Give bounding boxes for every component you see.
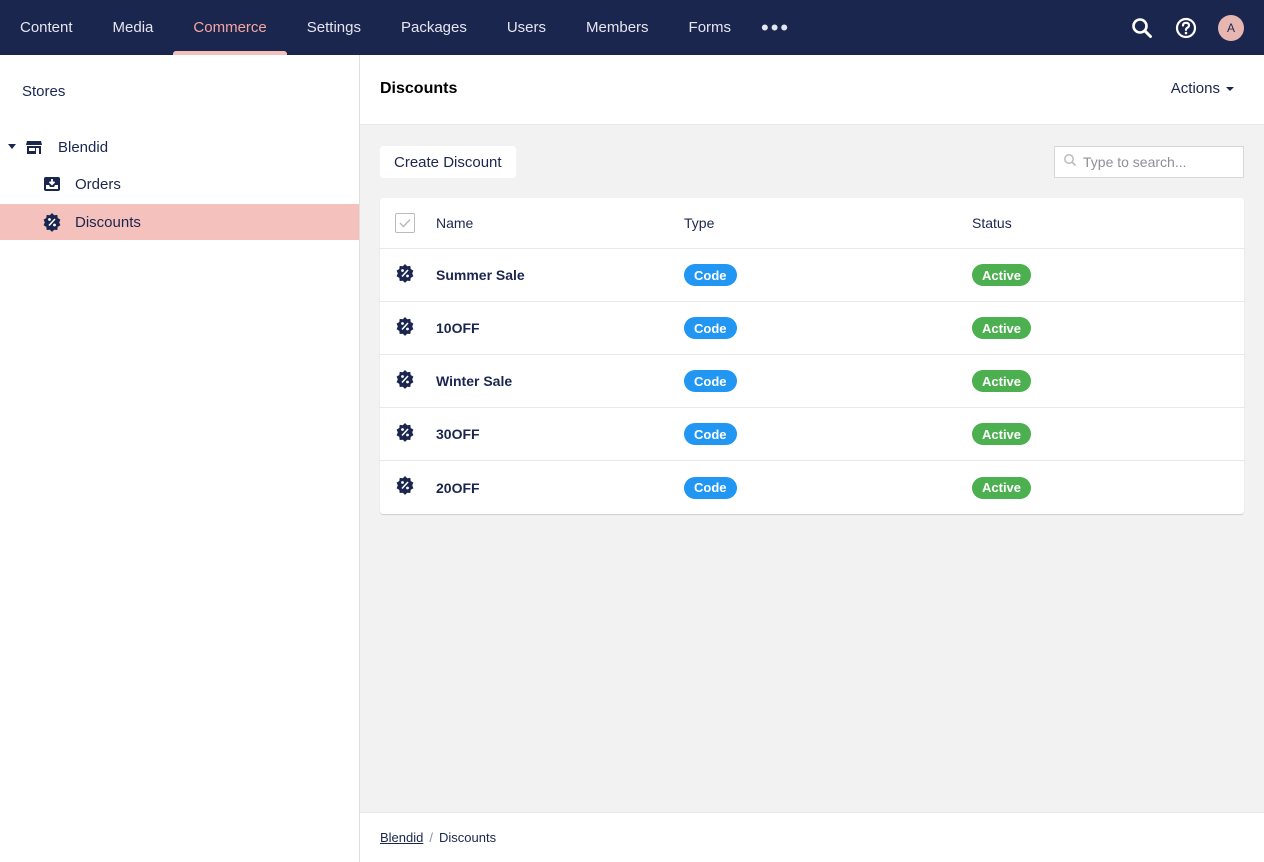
breadcrumb-item-store[interactable]: Blendid: [380, 830, 423, 845]
status-badge: Active: [972, 370, 1032, 392]
nav-item-settings[interactable]: Settings: [287, 0, 381, 55]
discount-name[interactable]: Winter Sale: [436, 373, 512, 389]
actions-button[interactable]: Actions: [1171, 80, 1234, 97]
type-badge: Code: [684, 423, 737, 445]
search-icon: [1063, 153, 1077, 172]
discount-badge-icon[interactable]: [395, 263, 415, 288]
nav-item-users[interactable]: Users: [487, 0, 566, 55]
page-title: Discounts: [380, 80, 458, 97]
table-header: Name Type Status: [380, 198, 1244, 249]
sidebar-item-orders[interactable]: Orders: [0, 166, 359, 202]
discount-name[interactable]: 20OFF: [436, 480, 480, 496]
breadcrumb-item-current: Discounts: [439, 830, 497, 845]
column-header-type[interactable]: Type: [684, 198, 714, 248]
table-row[interactable]: Summer Sale Code Active: [380, 249, 1244, 302]
main-panel: Discounts Actions Create Discount Name T…: [360, 55, 1264, 862]
sidebar-title: Stores: [22, 83, 66, 100]
status-badge: Active: [972, 317, 1032, 339]
status-badge: Active: [972, 264, 1032, 286]
nav-item-content[interactable]: Content: [0, 0, 93, 55]
discount-badge-icon: [42, 212, 62, 232]
discounts-table: Name Type Status Summer Sale Code Active…: [380, 198, 1244, 514]
user-avatar[interactable]: A: [1218, 14, 1244, 41]
select-all-checkbox[interactable]: [395, 213, 415, 233]
nav-item-commerce[interactable]: Commerce: [173, 0, 288, 55]
nav-item-forms[interactable]: Forms: [669, 0, 752, 55]
breadcrumb-separator: /: [429, 830, 433, 845]
search-box: [1054, 146, 1244, 178]
help-icon[interactable]: [1174, 16, 1198, 40]
top-navigation: Content Media Commerce Settings Packages…: [0, 0, 1264, 55]
sidebar-item-discounts[interactable]: Discounts: [0, 204, 359, 240]
main-header: Discounts Actions: [360, 55, 1264, 125]
search-input[interactable]: [1083, 154, 1233, 170]
type-badge: Code: [684, 317, 737, 339]
discount-name[interactable]: 30OFF: [436, 426, 480, 442]
store-icon: [24, 137, 44, 157]
tree-item-store-label: Blendid: [58, 138, 109, 156]
nav-item-packages[interactable]: Packages: [381, 0, 487, 55]
create-discount-button[interactable]: Create Discount: [380, 146, 516, 178]
type-badge: Code: [684, 264, 737, 286]
tree-item-store[interactable]: Blendid: [0, 129, 359, 165]
inbox-icon: [42, 174, 62, 194]
sidebar-item-label: Orders: [75, 175, 121, 193]
table-body: Summer Sale Code Active 10OFF Code Activ…: [380, 249, 1244, 514]
more-sections-button[interactable]: •••: [751, 0, 800, 55]
nav-item-media[interactable]: Media: [93, 0, 174, 55]
discount-name[interactable]: 10OFF: [436, 320, 480, 336]
column-header-status[interactable]: Status: [972, 198, 1012, 248]
type-badge: Code: [684, 370, 737, 392]
table-row[interactable]: 30OFF Code Active: [380, 408, 1244, 461]
actions-button-label: Actions: [1170, 80, 1220, 97]
discount-badge-icon[interactable]: [395, 316, 415, 341]
table-row[interactable]: 10OFF Code Active: [380, 302, 1244, 355]
top-right-tools: A: [1130, 0, 1244, 55]
status-badge: Active: [972, 423, 1032, 445]
table-row[interactable]: Winter Sale Code Active: [380, 355, 1244, 408]
discount-badge-icon[interactable]: [395, 369, 415, 394]
status-badge: Active: [972, 476, 1032, 499]
type-badge: Code: [684, 476, 737, 499]
sidebar-item-label: Discounts: [75, 213, 141, 231]
caret-down-icon[interactable]: [8, 144, 16, 150]
column-header-name[interactable]: Name: [436, 198, 473, 248]
discount-badge-icon[interactable]: [395, 422, 415, 447]
search-icon[interactable]: [1130, 16, 1154, 40]
breadcrumb: Blendid / Discounts: [360, 812, 1264, 862]
sidebar: Stores Blendid Orders Discounts: [0, 55, 360, 862]
discount-badge-icon[interactable]: [395, 475, 415, 500]
table-row[interactable]: 20OFF Code Active: [380, 461, 1244, 514]
nav-item-members[interactable]: Members: [566, 0, 669, 55]
discount-name[interactable]: Summer Sale: [436, 267, 525, 283]
caret-down-icon: [1226, 86, 1234, 91]
